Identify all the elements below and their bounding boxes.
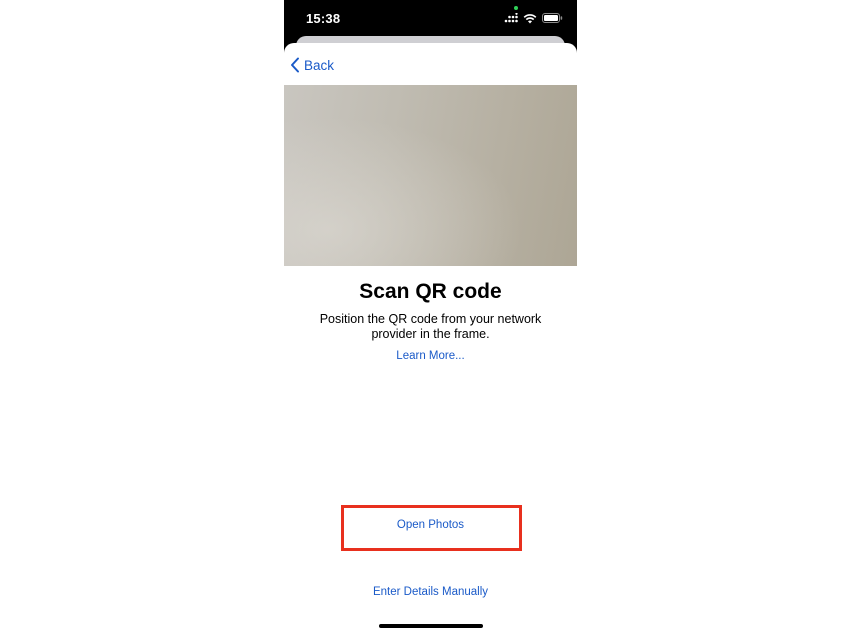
home-indicator (379, 624, 483, 628)
page-title: Scan QR code (359, 280, 502, 303)
battery-icon (542, 13, 563, 23)
status-bar: 15:38 (284, 0, 577, 36)
camera-viewfinder (284, 85, 577, 266)
learn-more-link[interactable]: Learn More... (284, 350, 577, 362)
scan-qr-sheet: Back Scan QR code Position the QR code f… (284, 43, 577, 634)
signal-icon (504, 13, 518, 23)
status-icons (504, 11, 563, 25)
phone-screen: 15:38 Back Scan QR code Position the QR … (284, 0, 577, 634)
enter-details-manually-button[interactable]: Enter Details Manually (284, 586, 577, 598)
back-label: Back (304, 57, 335, 73)
status-time: 15:38 (306, 11, 341, 26)
instructions-text: Position the QR code from your network p… (319, 312, 542, 341)
wifi-icon (523, 13, 537, 23)
chevron-left-icon (291, 57, 299, 73)
camera-in-use-indicator (514, 6, 518, 10)
open-photos-button[interactable]: Open Photos (284, 519, 577, 531)
back-button[interactable]: Back (290, 54, 334, 76)
